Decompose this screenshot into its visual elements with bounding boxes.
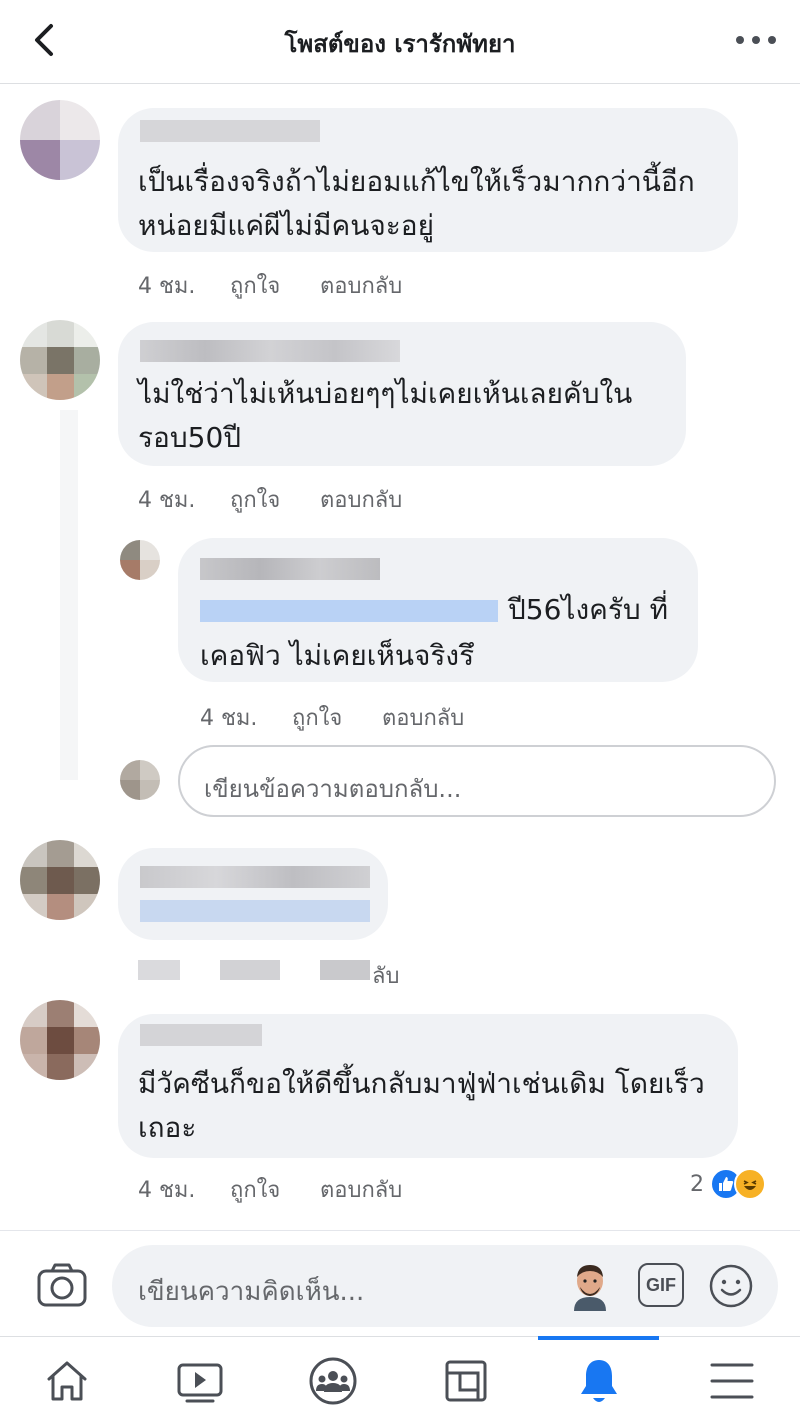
comment-composer: เขียนความคิดเห็น... GIF: [0, 1230, 800, 1336]
reply-text-line: ปี56ไงครับ ที่: [508, 593, 669, 626]
bell-icon: [580, 1359, 617, 1402]
like-button[interactable]: ถูกใจ: [230, 268, 320, 303]
commenter-name-redacted[interactable]: [140, 1024, 262, 1046]
comment-text-line: เถอะ: [138, 1111, 197, 1144]
reaction-count: 2: [690, 1171, 704, 1197]
avatar[interactable]: [20, 840, 100, 920]
home-icon: [47, 1361, 86, 1400]
redacted-meta: [220, 960, 280, 980]
avatar[interactable]: [20, 100, 100, 180]
nav-home[interactable]: [0, 1337, 133, 1423]
comment-input[interactable]: เขียนความคิดเห็น... GIF: [112, 1245, 778, 1327]
smiley-icon: [709, 1264, 753, 1308]
avatar[interactable]: [20, 1000, 100, 1080]
avatar[interactable]: [120, 540, 160, 580]
gif-button[interactable]: GIF: [638, 1263, 684, 1307]
avatar[interactable]: [20, 320, 100, 400]
replier-name-redacted[interactable]: [200, 558, 380, 580]
camera-button[interactable]: [36, 1261, 88, 1309]
menu-icon: [710, 1363, 753, 1398]
reply-button[interactable]: ตอบกลับ: [382, 700, 464, 735]
dot: [736, 36, 744, 44]
comment-text-line: หน่อยมีแค่ผีไม่มีคนจะอยู่: [138, 209, 434, 242]
bottom-navigation: [0, 1336, 800, 1423]
comment-meta: 4 ชม. ถูกใจ ตอบกลับ: [138, 482, 402, 517]
comment-text-line: มีวัคซีนก็ขอให้ดีขึ้นกลับมาฟู่ฟ่าเช่นเดิ…: [138, 1067, 705, 1100]
timestamp: 4 ชม.: [138, 1178, 196, 1203]
comment-meta: 4 ชม. ถูกใจ ตอบกลับ: [138, 1172, 402, 1207]
dot: [752, 36, 760, 44]
nav-watch[interactable]: [133, 1337, 266, 1423]
comment-input-placeholder: เขียนความคิดเห็น...: [138, 1277, 365, 1307]
like-button[interactable]: ถูกใจ: [230, 1172, 320, 1207]
comment-text-line: ไม่ใช่ว่าไม่เห้นบ่อยๆๆไม่เคยเห้นเลยคับใน: [138, 377, 633, 410]
nav-groups[interactable]: [266, 1337, 399, 1423]
nav-notifications[interactable]: [532, 1336, 665, 1423]
comment-meta: 4 ชม. ถูกใจ ตอบกลับ: [138, 268, 402, 303]
mention-link-redacted[interactable]: [200, 600, 498, 622]
reply-button[interactable]: ตอบกลับ: [320, 482, 402, 517]
reply-button-partial[interactable]: ลับ: [372, 958, 399, 993]
thread-line: [60, 410, 78, 780]
timestamp: 4 ชม.: [200, 706, 258, 731]
watch-icon: [177, 1363, 222, 1402]
top-bar: โพสต์ของ เรารักพัทยา: [0, 0, 800, 84]
groups-icon: [309, 1357, 356, 1404]
haha-icon: [734, 1168, 766, 1200]
reply-input[interactable]: เขียนข้อความตอบกลับ...: [178, 745, 776, 817]
comment-text-line: รอบ50ปี: [138, 421, 242, 454]
emoji-button[interactable]: [708, 1263, 754, 1309]
reply-button[interactable]: ตอบกลับ: [320, 1172, 402, 1207]
more-options-button[interactable]: [736, 26, 776, 54]
reply-meta: 4 ชม. ถูกใจ ตอบกลับ: [200, 700, 464, 735]
avatar-sticker-button[interactable]: [564, 1257, 616, 1313]
comment-text-line: เป็นเรื่องจริงถ้าไม่ยอมแก้ไขให้เร็วมากกว…: [138, 165, 695, 198]
avatar: [120, 760, 160, 800]
commenter-name-redacted[interactable]: [140, 340, 400, 362]
like-button[interactable]: ถูกใจ: [230, 482, 320, 517]
dot: [768, 36, 776, 44]
reply-text-line: เคอฟิว ไม่เคยเห็นจริงรึ: [200, 639, 475, 672]
page-title: โพสต์ของ เรารักพัทยา: [284, 30, 516, 58]
camera-icon: [37, 1263, 87, 1307]
comment-text-redacted: [140, 900, 370, 922]
nav-menu[interactable]: [665, 1337, 798, 1423]
reply-input-placeholder: เขียนข้อความตอบกลับ...: [204, 775, 462, 803]
redacted-meta: [320, 960, 370, 980]
comment-bubble: [118, 848, 388, 940]
pages-icon: [445, 1360, 486, 1401]
avatar-sticker-icon: [574, 1265, 606, 1311]
like-button[interactable]: ถูกใจ: [292, 700, 382, 735]
timestamp: 4 ชม.: [138, 488, 196, 513]
timestamp: 4 ชม.: [138, 274, 196, 299]
nav-pages[interactable]: [399, 1337, 532, 1423]
reply-button[interactable]: ตอบกลับ: [320, 268, 402, 303]
redacted-meta: [138, 960, 180, 980]
commenter-name-redacted[interactable]: [140, 866, 370, 888]
reaction-summary[interactable]: 2: [690, 1168, 766, 1200]
commenter-name-redacted[interactable]: [140, 120, 320, 142]
